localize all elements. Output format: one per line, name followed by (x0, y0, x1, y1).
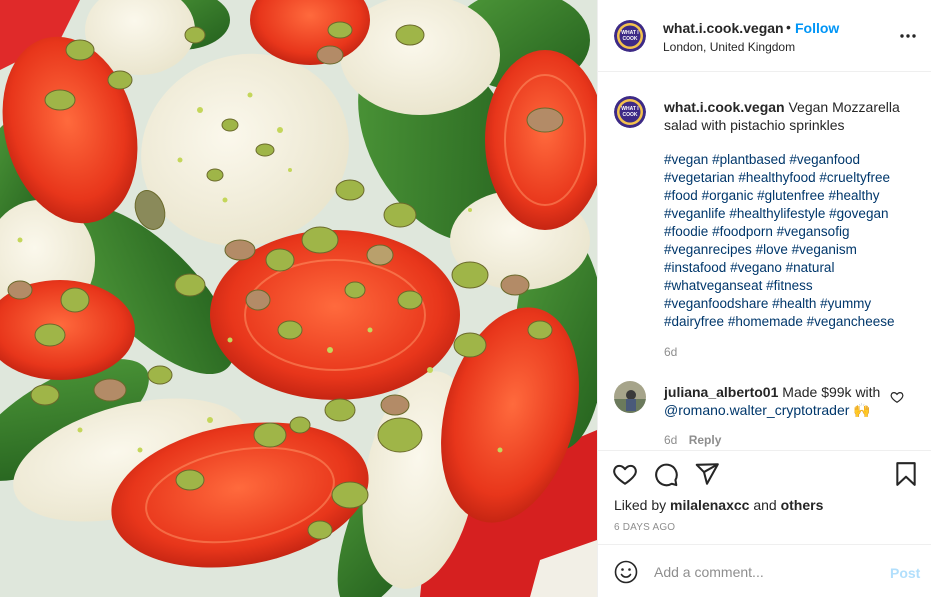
share-icon[interactable] (694, 461, 720, 487)
post-comment-button[interactable]: Post (890, 565, 920, 581)
comment-body: Made $99k with (782, 384, 881, 400)
caption: what.i.cook.vegan Vegan Mozzarella salad… (664, 98, 914, 134)
hashtag-link[interactable]: #healthy (828, 188, 879, 203)
hashtag-link[interactable]: #instafood (664, 260, 726, 275)
post-location[interactable]: London, United Kingdom (663, 40, 795, 54)
comment-mention[interactable]: @romano.walter_cryptotrader (664, 402, 849, 418)
caption-avatar-text-2: COOK (623, 112, 638, 118)
liked-by-and: and (753, 497, 777, 513)
comment-composer: Post (598, 544, 931, 597)
caption-username[interactable]: what.i.cook.vegan (664, 99, 785, 115)
hashtag-link[interactable]: #veganrecipes (664, 242, 752, 257)
salad-photo (0, 0, 597, 597)
hashtag-link[interactable]: #veganfood (789, 152, 860, 167)
emoji-icon[interactable] (614, 560, 638, 584)
comment-meta: 6d Reply (664, 433, 721, 447)
hashtag-link[interactable]: #veganism (792, 242, 857, 257)
hashtag-link[interactable]: #foodie (664, 224, 708, 239)
hashtag-link[interactable]: #crueltyfree (819, 170, 890, 185)
post-photo[interactable] (0, 0, 597, 597)
more-horizontal-icon[interactable] (898, 26, 918, 46)
hashtag-link[interactable]: #vegancheese (807, 314, 895, 329)
hashtag-link[interactable]: #fitness (766, 278, 813, 293)
caption-timestamp[interactable]: 6d (664, 345, 677, 359)
likes-summary: Liked by milalenaxcc and others (614, 497, 823, 513)
heart-icon[interactable] (612, 461, 638, 487)
hashtag-link[interactable]: #health (772, 296, 816, 311)
liked-by-prefix: Liked by (614, 497, 667, 513)
comment-emoji: 🙌 (853, 402, 871, 418)
commenter-avatar[interactable] (614, 381, 646, 413)
hashtag-link[interactable]: #natural (786, 260, 835, 275)
hashtag-link[interactable]: #whatveganseat (664, 278, 762, 293)
post-header: WHAT I COOK what.i.cook.vegan • Follow L… (598, 0, 931, 72)
hashtag-link[interactable]: #love (756, 242, 788, 257)
hashtag-link[interactable]: #homemade (728, 314, 803, 329)
caption-avatar[interactable]: WHAT I COOK (614, 96, 646, 128)
hashtag-link[interactable]: #healthyfood (738, 170, 815, 185)
post-sidebar: WHAT I COOK what.i.cook.vegan • Follow L… (597, 0, 931, 597)
hashtag-link[interactable]: #vegetarian (664, 170, 735, 185)
hashtag-link[interactable]: #vegano (730, 260, 782, 275)
author-username[interactable]: what.i.cook.vegan (663, 20, 784, 36)
liked-by-others[interactable]: others (781, 497, 824, 513)
hashtag-link[interactable]: #plantbased (712, 152, 786, 167)
hashtag-link[interactable]: #foodporn (712, 224, 773, 239)
hashtag-link[interactable]: #veganfoodshare (664, 296, 768, 311)
separator-dot: • (786, 19, 791, 35)
comment-icon[interactable] (653, 461, 679, 487)
hashtag-link[interactable]: #healthylifestyle (729, 206, 825, 221)
avatar-text-2: COOK (623, 36, 638, 42)
liked-by-user[interactable]: milalenaxcc (670, 497, 749, 513)
hashtag-link[interactable]: #vegan (664, 152, 708, 167)
hashtag-link[interactable]: #govegan (829, 206, 888, 221)
author-avatar[interactable]: WHAT I COOK (614, 20, 646, 52)
commenter-username[interactable]: juliana_alberto01 (664, 384, 778, 400)
follow-button[interactable]: Follow (795, 20, 839, 36)
reply-button[interactable]: Reply (689, 433, 722, 447)
hashtag-list: #vegan #plantbased #veganfood #vegetaria… (664, 151, 920, 331)
comments-list[interactable]: WHAT I COOK what.i.cook.vegan Vegan Mozz… (598, 73, 931, 450)
comment-timestamp[interactable]: 6d (664, 433, 677, 447)
hashtag-link[interactable]: #glutenfree (757, 188, 825, 203)
hashtag-link[interactable]: #dairyfree (664, 314, 724, 329)
comment-input[interactable] (654, 561, 874, 583)
comment-text: juliana_alberto01 Made $99k with @romano… (664, 383, 889, 419)
hashtag-link[interactable]: #food (664, 188, 698, 203)
bookmark-icon[interactable] (893, 461, 919, 487)
hashtag-link[interactable]: #veganlife (664, 206, 726, 221)
comment-like-heart-icon[interactable] (890, 390, 904, 404)
hashtag-link[interactable]: #yummy (820, 296, 871, 311)
hashtag-link[interactable]: #vegansofig (777, 224, 850, 239)
post-date[interactable]: 6 DAYS AGO (614, 522, 675, 533)
hashtag-link[interactable]: #organic (702, 188, 754, 203)
post-actions: Liked by milalenaxcc and others 6 DAYS A… (598, 450, 931, 544)
